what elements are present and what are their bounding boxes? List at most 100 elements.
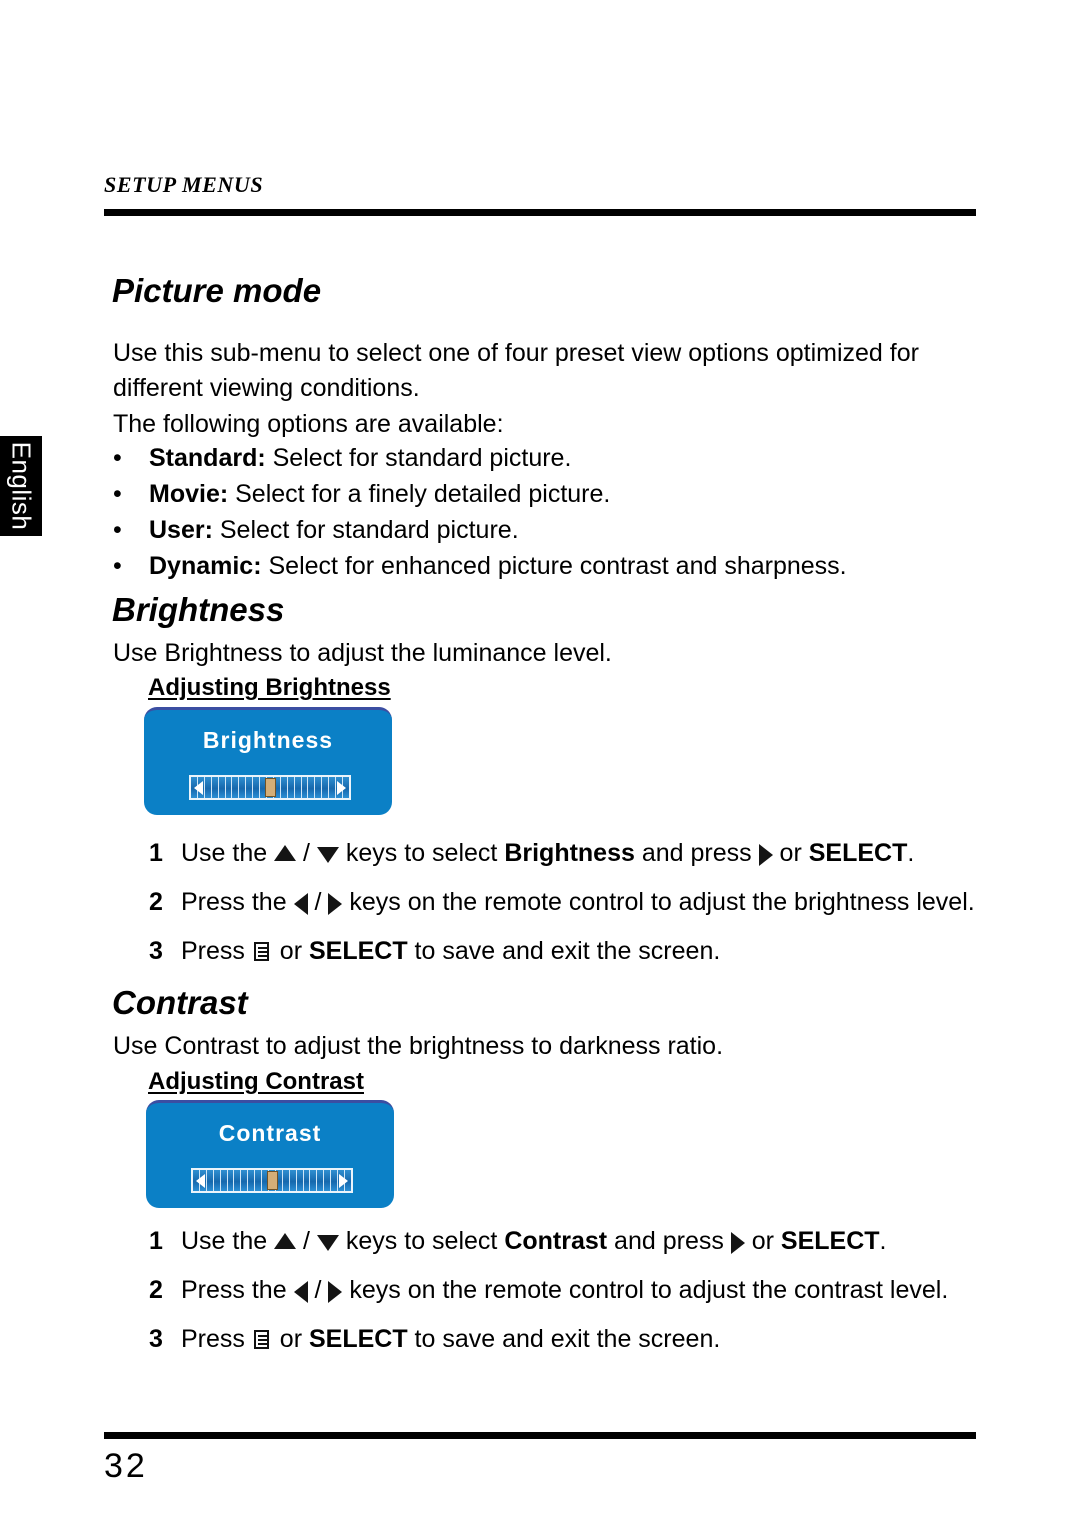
slider-tick [227, 1170, 235, 1191]
emphasis-text: SELECT [780, 1227, 880, 1255]
slider-tick [220, 1170, 228, 1191]
slider-tick [331, 1170, 339, 1191]
step-number: 2 [149, 888, 163, 916]
step-text: Press the / keys on the remote control t… [181, 888, 975, 916]
brightness-slider[interactable] [189, 775, 351, 800]
slider-tick [248, 1170, 256, 1191]
menu-icon [253, 942, 272, 964]
triangle-left-icon [293, 1281, 308, 1304]
slider-tick [329, 777, 337, 798]
slider-tick [289, 1170, 297, 1191]
option-term: User: [149, 516, 213, 544]
emphasis-text: SELECT [308, 1325, 408, 1353]
page-number: 32 [104, 1447, 148, 1485]
slider-tick [296, 1170, 304, 1191]
slider-tick [317, 1170, 325, 1191]
bullet-icon: • [113, 444, 122, 472]
slider-thumb[interactable] [267, 1171, 278, 1190]
brightness-intro: Use Brightness to adjust the luminance l… [113, 639, 612, 667]
option-desc: Select for enhanced picture contrast and… [261, 552, 847, 580]
step-number: 1 [149, 839, 163, 867]
triangle-up-icon [274, 845, 297, 862]
option-term: Standard: [149, 444, 266, 472]
triangle-left-icon[interactable] [194, 780, 203, 795]
step-text: Press or SELECT to save and exit the scr… [181, 937, 721, 965]
slider-tick [287, 777, 295, 798]
slider-tick [301, 777, 309, 798]
step-number: 2 [149, 1276, 163, 1304]
contrast-slider[interactable] [191, 1168, 353, 1193]
emphasis-text: SELECT [308, 937, 408, 965]
triangle-right-icon [328, 893, 343, 916]
contrast-steps: 1 Use the / keys to select Contrast and … [104, 1226, 984, 1373]
list-item: • Movie: Select for a finely detailed pi… [113, 477, 973, 513]
slider-tick [206, 1170, 214, 1191]
triangle-left-icon[interactable] [196, 1173, 205, 1188]
list-item-text: Dynamic: Select for enhanced picture con… [149, 549, 847, 583]
section-title-contrast: Contrast [112, 984, 248, 1021]
emphasis-text: Contrast [504, 1227, 608, 1255]
option-term: Dynamic: [149, 552, 262, 580]
slider-tick [324, 1170, 332, 1191]
footer-rule [104, 1432, 976, 1439]
slider-tick [322, 777, 330, 798]
osd-brightness: Brightness [144, 707, 392, 815]
slider-tick [294, 777, 302, 798]
step-number: 3 [149, 937, 163, 965]
triangle-right-icon[interactable] [339, 1173, 348, 1188]
step-text: Press the / keys on the remote control t… [181, 1276, 949, 1304]
brightness-steps: 1 Use the / keys to select Brightness an… [104, 838, 984, 985]
picture-mode-option-list: • Standard: Select for standard picture.… [113, 441, 973, 585]
triangle-left-icon [293, 893, 308, 916]
triangle-down-icon [316, 1235, 339, 1252]
list-item-text: Movie: Select for a finely detailed pict… [149, 477, 610, 511]
slider-tick [213, 1170, 221, 1191]
slider-tick [232, 777, 240, 798]
emphasis-text: Brightness [504, 839, 635, 867]
step-item: 3 Press or SELECT to save and exit the s… [104, 1324, 984, 1373]
contrast-intro: Use Contrast to adjust the brightness to… [113, 1032, 724, 1060]
step-item: 1 Use the / keys to select Contrast and … [104, 1226, 984, 1275]
bullet-icon: • [113, 480, 122, 508]
section-title-brightness: Brightness [112, 591, 285, 628]
slider-tick [211, 777, 219, 798]
running-head: SETUP MENUS [104, 172, 264, 197]
slider-tick [255, 1170, 263, 1191]
osd-title: Contrast [218, 1120, 322, 1146]
slider-tick [239, 777, 247, 798]
step-text: Use the / keys to select Contrast and pr… [181, 1227, 887, 1255]
slider-tick [246, 777, 254, 798]
list-item-text: User: Select for standard picture. [149, 513, 519, 547]
triangle-down-icon [316, 847, 339, 864]
triangle-right-icon [328, 1281, 343, 1304]
slider-tick [225, 777, 233, 798]
slider-tick [310, 1170, 318, 1191]
triangle-right-icon [730, 1232, 745, 1255]
brightness-subhead: Adjusting Brightness [148, 674, 391, 701]
picture-mode-intro: Use this sub-menu to select one of four … [113, 339, 919, 402]
manual-page: English SETUP MENUS Picture mode Use thi… [0, 0, 1080, 1529]
slider-tick [204, 777, 212, 798]
section-title-picture-mode: Picture mode [112, 272, 322, 309]
slider-tick [218, 777, 226, 798]
list-item-text: Standard: Select for standard picture. [149, 441, 571, 475]
bullet-icon: • [113, 552, 122, 580]
slider-tick [308, 777, 316, 798]
picture-mode-list-intro: The following options are available: [113, 410, 504, 438]
slider-tick [241, 1170, 249, 1191]
list-item: • Dynamic: Select for enhanced picture c… [113, 549, 973, 585]
step-number: 3 [149, 1325, 163, 1353]
emphasis-text: SELECT [808, 839, 908, 867]
step-text: Press or SELECT to save and exit the scr… [181, 1325, 721, 1353]
menu-icon [253, 1330, 272, 1352]
list-item: • User: Select for standard picture. [113, 513, 973, 549]
step-text: Use the / keys to select Brightness and … [181, 839, 915, 867]
bullet-icon: • [113, 516, 122, 544]
slider-tick [234, 1170, 242, 1191]
slider-thumb[interactable] [265, 778, 276, 797]
language-tab-label: English [6, 441, 37, 531]
osd-title: Brightness [202, 727, 334, 753]
slider-tick [253, 777, 261, 798]
triangle-right-icon[interactable] [337, 780, 346, 795]
slider-tick [280, 777, 288, 798]
